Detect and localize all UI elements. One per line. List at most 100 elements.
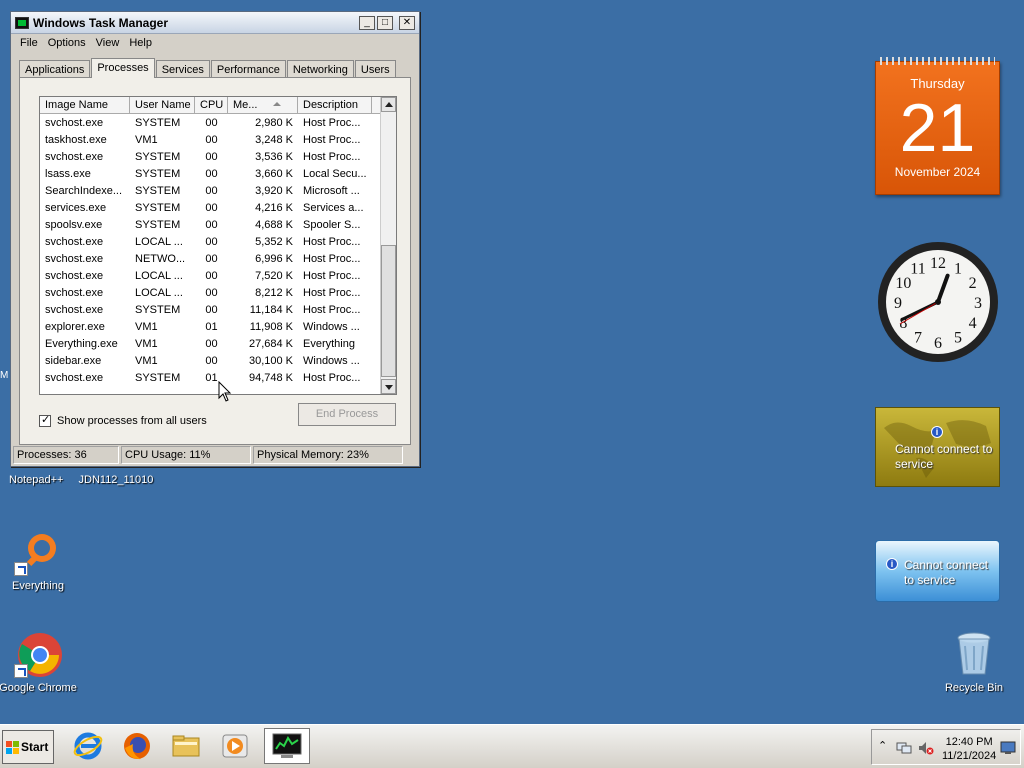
table-row[interactable]: taskhost.exe VM1 00 3,248 K Host Proc... <box>40 131 380 148</box>
process-name: spoolsv.exe <box>45 218 103 231</box>
table-row[interactable]: SearchIndexe... SYSTEM 00 3,920 K Microsoft … <box>40 182 380 199</box>
tab-services[interactable]: Services <box>155 60 210 78</box>
maximize-button[interactable]: □ <box>377 15 393 30</box>
end-process-button[interactable]: End Process <box>298 403 396 426</box>
feed-headlines-gadget[interactable]: i Cannot connect to service <box>875 540 1000 602</box>
show-all-users-option[interactable]: Show processes from all users <box>39 413 207 427</box>
desktop-icon-label: Everything <box>12 580 64 592</box>
shortcut-arrow-icon <box>14 562 28 576</box>
notepad-plus-plus-label[interactable]: Notepad++ <box>9 474 63 486</box>
table-row[interactable]: svchost.exe SYSTEM 00 2,980 K Host Proc... <box>40 114 380 131</box>
table-row[interactable]: svchost.exe SYSTEM 01 94,748 K Host Proc... <box>40 369 380 386</box>
table-row[interactable]: svchost.exe LOCAL ... 00 8,212 K Host Proc..… <box>40 284 380 301</box>
clock-numeral: 12 <box>930 255 946 272</box>
taskbar-media-player[interactable] <box>217 728 253 764</box>
table-row[interactable]: svchost.exe LOCAL ... 00 5,352 K Host Proc..… <box>40 233 380 250</box>
title-bar[interactable]: Windows Task Manager _ □ ✕ <box>11 12 419 34</box>
table-row[interactable]: spoolsv.exe SYSTEM 00 4,688 K Spooler S... <box>40 216 380 233</box>
tab-users[interactable]: Users <box>354 60 396 78</box>
process-name: taskhost.exe <box>45 133 107 146</box>
column-header-memory[interactable]: Me... <box>228 97 298 113</box>
menu-view[interactable]: View <box>91 37 125 49</box>
column-header-user-name[interactable]: User Name <box>130 97 195 113</box>
media-player-icon <box>222 734 248 758</box>
tab-networking[interactable]: Networking <box>286 60 354 78</box>
process-name: svchost.exe <box>45 303 104 316</box>
desktop-icon-recycle-bin[interactable]: Recycle Bin <box>934 630 1014 694</box>
table-row[interactable]: svchost.exe LOCAL ... 00 7,520 K Host Proc..… <box>40 267 380 284</box>
scroll-up-button[interactable] <box>381 97 396 112</box>
menu-help[interactable]: Help <box>124 37 157 49</box>
recycle-bin-icon <box>950 630 998 678</box>
process-list[interactable]: Image Name User Name CPU Me... Descripti… <box>39 96 397 395</box>
process-memory: 11,184 K <box>249 303 293 316</box>
info-icon: i <box>931 426 943 438</box>
taskbar-firefox[interactable] <box>119 728 155 764</box>
menu-file[interactable]: File <box>15 37 43 49</box>
desktop-icon-chrome[interactable]: Google Chrome <box>0 630 78 694</box>
firefox-icon <box>124 733 150 760</box>
table-row[interactable]: sidebar.exe VM1 00 30,100 K Windows ... <box>40 352 380 369</box>
minimize-button[interactable]: _ <box>359 15 375 30</box>
process-description: Local Secu... <box>303 167 367 180</box>
tab-strip: Applications Processes Services Performa… <box>19 58 411 78</box>
column-header-cpu[interactable]: CPU <box>195 97 228 113</box>
close-button[interactable]: ✕ <box>399 15 415 30</box>
desktop-icon-everything[interactable]: Everything <box>0 528 78 592</box>
table-row[interactable]: lsass.exe SYSTEM 00 3,660 K Local Secu... <box>40 165 380 182</box>
table-row[interactable]: svchost.exe SYSTEM 00 3,536 K Host Proc... <box>40 148 380 165</box>
tab-applications[interactable]: Applications <box>19 60 91 78</box>
table-row[interactable]: services.exe SYSTEM 00 4,216 K Services a... <box>40 199 380 216</box>
show-desktop-icon[interactable] <box>1000 741 1016 755</box>
process-memory: 94,748 K <box>248 371 293 384</box>
process-user: SYSTEM <box>135 167 181 180</box>
tray-clock[interactable]: 12:40 PM 11/21/2024 <box>942 735 996 763</box>
taskbar-internet-explorer[interactable] <box>70 728 106 764</box>
process-description: Host Proc... <box>303 150 361 163</box>
vertical-scrollbar[interactable] <box>380 97 396 394</box>
process-cpu: 01 <box>205 320 218 333</box>
weather-gadget[interactable]: i Cannot connect to service <box>875 407 1000 487</box>
process-user: VM1 <box>135 354 158 367</box>
process-description: Windows ... <box>303 354 360 367</box>
table-row[interactable]: Everything.exe VM1 00 27,684 K Everything <box>40 335 380 352</box>
process-description: Spooler S... <box>303 218 361 231</box>
calendar-gadget[interactable]: Thursday 21 November 2024 <box>875 57 1000 195</box>
process-cpu: 00 <box>205 218 218 231</box>
start-button[interactable]: Start <box>2 730 54 764</box>
process-memory: 7,520 K <box>255 269 293 282</box>
internet-explorer-icon <box>73 732 103 760</box>
show-all-users-checkbox[interactable] <box>39 413 51 427</box>
scroll-thumb[interactable] <box>381 245 396 377</box>
network-icon[interactable] <box>896 741 912 755</box>
process-cpu: 00 <box>205 252 218 265</box>
scroll-down-button[interactable] <box>381 379 396 394</box>
menu-options[interactable]: Options <box>43 37 91 49</box>
window-title: Windows Task Manager <box>33 15 169 30</box>
table-row[interactable]: svchost.exe NETWO... 00 6,996 K Host Proc... <box>40 250 380 267</box>
process-memory: 5,352 K <box>255 235 293 248</box>
tab-performance[interactable]: Performance <box>210 60 286 78</box>
taskbar-file-explorer[interactable] <box>168 728 204 764</box>
show-hidden-icons-chevron-icon[interactable]: ⌃ <box>878 739 887 752</box>
volume-muted-icon[interactable] <box>918 741 934 755</box>
clock-numeral: 10 <box>895 275 911 292</box>
tray-date: 11/21/2024 <box>942 750 997 762</box>
process-user: LOCAL ... <box>135 269 183 282</box>
column-header-image-name[interactable]: Image Name <box>40 97 130 113</box>
column-header-description[interactable]: Description <box>298 97 372 113</box>
process-description: Services a... <box>303 201 364 214</box>
process-name: Everything.exe <box>45 337 118 350</box>
process-user: SYSTEM <box>135 150 181 163</box>
taskbar-task-manager[interactable] <box>264 728 310 764</box>
table-row[interactable]: svchost.exe SYSTEM 00 11,184 K Host Proc... <box>40 301 380 318</box>
table-row[interactable]: explorer.exe VM1 01 11,908 K Windows ... <box>40 318 380 335</box>
desktop-icon-label: Google Chrome <box>0 682 77 694</box>
mouse-cursor-icon <box>218 381 232 402</box>
process-user: SYSTEM <box>135 184 181 197</box>
clock-gadget[interactable]: 12 1234567891011 <box>876 240 1000 364</box>
tab-processes[interactable]: Processes <box>91 58 155 78</box>
jdn-folder-label[interactable]: JDN112_11010 <box>79 474 154 486</box>
process-description: Microsoft ... <box>303 184 360 197</box>
process-description: Windows ... <box>303 320 360 333</box>
